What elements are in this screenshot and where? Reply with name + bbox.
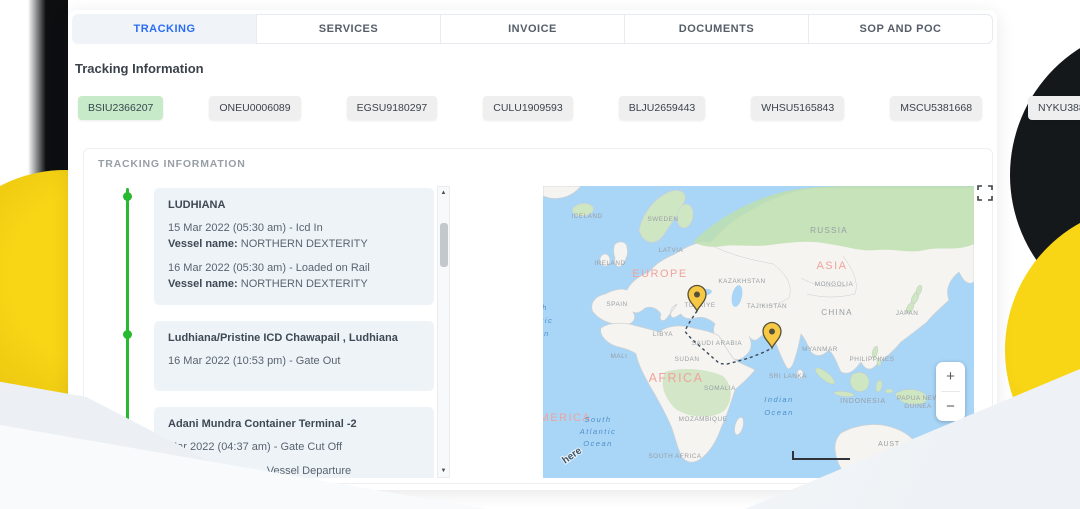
container-chip[interactable]: WHSU5165843 (751, 96, 844, 120)
map-label: LATVIA (659, 247, 684, 254)
map-label: GUINEA (904, 403, 932, 410)
world-map: ICELAND SWEDEN IRELAND LATVIA SPAIN TURK… (543, 186, 974, 478)
route-map[interactable]: ICELAND SWEDEN IRELAND LATVIA SPAIN TURK… (543, 186, 974, 478)
fullscreen-icon[interactable] (977, 185, 993, 201)
tracking-card: TRACKING SERVICES INVOICE DOCUMENTS SOP … (68, 10, 997, 490)
timeline-event: 16 Mar 2022 (05:30 am) - Loaded on Rail (168, 260, 420, 276)
ocean-label: Indian (764, 395, 793, 404)
container-chip[interactable]: MSCU5381668 (890, 96, 982, 120)
timeline-vessel: Vessel name: NORTHERN DEXTERITY (168, 276, 420, 292)
map-label: PAPUA NEW (897, 395, 939, 402)
timeline-item: Adani Mundra Container Terminal -2 Mar 2… (154, 407, 434, 478)
tab-documents[interactable]: DOCUMENTS (624, 14, 809, 44)
map-label: SOMALIA (704, 385, 736, 392)
map-label: JAPAN (896, 310, 919, 317)
timeline-location: Ludhiana/Pristine ICD Chawapail , Ludhia… (168, 332, 420, 344)
page: TRACKING SERVICES INVOICE DOCUMENTS SOP … (0, 0, 1080, 509)
panel-title: TRACKING INFORMATION (98, 158, 246, 170)
map-label: TAJIKISTAN (747, 303, 787, 310)
timeline-event: Mar 2022 (04:37 am) - Gate Cut Off (168, 439, 420, 455)
container-chip[interactable]: EGSU9180297 (347, 96, 438, 120)
map-label: MALI (611, 353, 628, 360)
container-chip-row: BSIU2366207 ONEU0006089 EGSU9180297 CULU… (78, 96, 1080, 120)
map-label: INDONESIA (840, 398, 886, 405)
zoom-out-button[interactable]: − (936, 392, 965, 421)
map-label: SWEDEN (647, 216, 678, 223)
scrollbar-thumb[interactable] (440, 223, 448, 267)
timeline-location: LUDHIANA (168, 199, 420, 211)
ocean-label: Ocean (764, 408, 794, 417)
tracking-information-panel: TRACKING INFORMATION LUDHIANA 15 Mar 202… (83, 148, 993, 484)
timeline-list: LUDHIANA 15 Mar 2022 (05:30 am) - Icd In… (98, 186, 450, 478)
tab-invoice[interactable]: INVOICE (440, 14, 625, 44)
timeline-dot (123, 433, 132, 442)
timeline-dot (123, 330, 132, 339)
ocean-label: Atlantic (543, 316, 553, 325)
map-label: IRELAND (594, 260, 625, 267)
ocean-label: Ocean (583, 439, 613, 448)
container-chip[interactable]: BLJU2659443 (619, 96, 706, 120)
tab-bar: TRACKING SERVICES INVOICE DOCUMENTS SOP … (72, 14, 993, 44)
map-label: MOZAMBIQUE (679, 416, 728, 423)
container-chip[interactable]: ONEU0006089 (209, 96, 300, 120)
map-label: SOUTH AFRICA (648, 453, 701, 460)
page-title: Tracking Information (75, 61, 204, 76)
ocean-label: South (584, 415, 611, 424)
timeline-item: LUDHIANA 15 Mar 2022 (05:30 am) - Icd In… (154, 188, 434, 305)
map-label: CHINA (821, 308, 852, 317)
zoom-in-button[interactable]: + (936, 362, 965, 391)
map-label: PHILIPPINES (850, 356, 895, 363)
map-label: AUST (878, 441, 900, 448)
container-chip[interactable]: BSIU2366207 (78, 96, 163, 120)
map-label: MONGOLIA (815, 281, 854, 288)
timeline-item: Ludhiana/Pristine ICD Chawapail , Ludhia… (154, 321, 434, 391)
tab-sop-and-poc[interactable]: SOP AND POC (808, 14, 993, 44)
timeline-event: 16 Mar 2022 (10:53 pm) - Gate Out (168, 353, 420, 369)
map-region-label: ASIA (816, 260, 847, 272)
container-chip[interactable]: NYKU3882827 (1028, 96, 1080, 120)
ocean-label: North (543, 303, 548, 312)
ocean-label: Atlantic (579, 427, 617, 436)
timeline-vessel: Vessel name: NORTHERN DEXTERITY (168, 236, 420, 252)
tab-services[interactable]: SERVICES (256, 14, 441, 44)
map-label: SUDAN (675, 356, 700, 363)
container-chip[interactable]: CULU1909593 (483, 96, 572, 120)
timeline-dot (123, 192, 132, 201)
map-region-label: AFRICA (649, 371, 704, 385)
dark-accent-shape-left (28, 0, 68, 195)
map-label: LIBYA (653, 331, 673, 338)
timeline-event: 15 Mar 2022 (05:30 am) - Icd In (168, 220, 420, 236)
ocean-label: Ocean (543, 329, 550, 338)
timeline-location: Adani Mundra Container Terminal -2 (168, 418, 420, 430)
map-label: ICELAND (571, 213, 602, 220)
timeline-scrollbar[interactable]: ▲ ▼ (437, 186, 450, 478)
map-label: MYANMAR (802, 346, 838, 353)
map-label: SPAIN (606, 301, 627, 308)
map-label: RUSSIA (810, 226, 848, 235)
timeline-line (126, 188, 129, 439)
tab-tracking[interactable]: TRACKING (72, 14, 257, 44)
scroll-down-icon[interactable]: ▼ (438, 468, 449, 474)
map-label: KAZAKHSTAN (718, 278, 765, 285)
timeline-event: - Vessel Departure (168, 463, 420, 478)
map-label: SRI LANKA (769, 373, 807, 380)
map-region-label: EUROPE (632, 268, 687, 280)
map-zoom-control: + − (936, 362, 965, 421)
scroll-up-icon[interactable]: ▲ (438, 190, 449, 196)
